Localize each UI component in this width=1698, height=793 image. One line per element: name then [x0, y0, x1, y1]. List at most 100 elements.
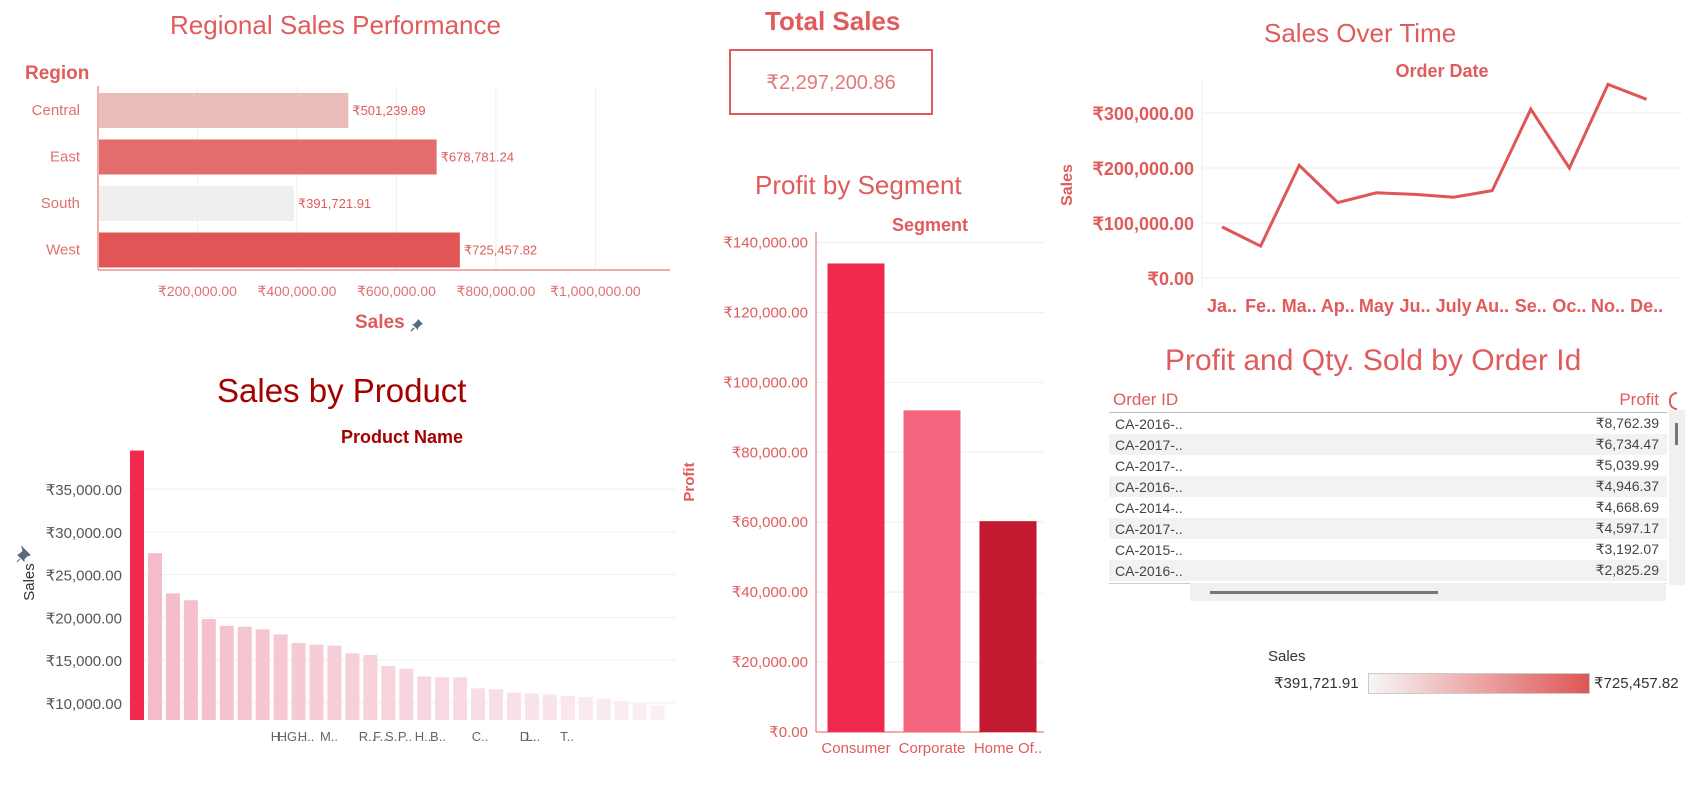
horizontal-scrollbar-thumb[interactable] — [1210, 591, 1438, 594]
product-bar — [291, 643, 306, 720]
product-bar — [273, 634, 288, 720]
product-bar — [650, 705, 665, 720]
y-tick-label: ₹80,000.00 — [732, 444, 808, 461]
product-bar — [453, 677, 468, 720]
product-bar — [542, 694, 557, 720]
region-label: South — [41, 195, 80, 212]
product-name-label: C.. — [472, 729, 489, 744]
overtime-y-axis-title: Sales — [1059, 164, 1076, 206]
product-bar — [363, 654, 378, 720]
product-bar — [201, 619, 216, 720]
profit-cell: ₹3,192.07 — [1595, 541, 1659, 557]
y-tick-label: ₹300,000.00 — [1092, 104, 1194, 124]
sales-axis-label: Sales — [355, 312, 405, 333]
table-row[interactable]: CA-2014-.. ₹4,668.69 — [1109, 497, 1667, 518]
segment-category-label: Consumer — [821, 740, 890, 757]
y-tick-label: ₹0.00 — [1148, 269, 1195, 289]
product-bar — [417, 676, 432, 720]
profit-cell: ₹4,597.17 — [1595, 520, 1659, 536]
segment-bar — [827, 263, 885, 732]
y-tick-label: ₹15,000.00 — [46, 653, 122, 670]
total-sales-kpi: ₹2,297,200.86 — [729, 49, 933, 115]
region-label: East — [50, 149, 81, 166]
month-label: Oc.. — [1552, 296, 1586, 316]
y-tick-label: ₹35,000.00 — [46, 482, 122, 499]
table-row[interactable]: CA-2016-.. ₹8,762.39 — [1109, 413, 1667, 434]
x-tick-label: ₹800,000.00 — [456, 283, 535, 299]
month-label: Ju.. — [1399, 296, 1430, 316]
y-tick-label: ₹30,000.00 — [46, 525, 122, 542]
segment-dim-label: Segment — [892, 215, 968, 235]
total-sales-value: ₹2,297,200.86 — [766, 71, 896, 94]
product-bar — [237, 626, 252, 720]
product-bar — [219, 625, 234, 720]
x-tick-label: ₹200,000.00 — [158, 283, 237, 299]
product-bar — [471, 688, 486, 720]
segment-bar — [979, 521, 1037, 732]
product-y-axis-title: Sales — [21, 563, 38, 601]
regional-bar-chart: ₹200,000.00 ₹400,000.00 ₹600,000.00 ₹800,00… — [32, 86, 670, 299]
y-tick-label: ₹10,000.00 — [46, 696, 122, 713]
region-bar-value-label: ₹391,721.91 — [298, 196, 371, 211]
order-id-cell: CA-2016-.. — [1115, 415, 1183, 432]
y-tick-label: ₹140,000.00 — [723, 234, 808, 251]
sales-line — [1221, 82, 1648, 249]
profit-cell: ₹2,825.29 — [1595, 562, 1659, 578]
pin-icon[interactable] — [410, 316, 424, 332]
sales-over-time-line-chart: Order Date ₹0.00 ₹100,000.00 ₹200,000.00 ₹30… — [1059, 61, 1682, 316]
profit-cell: ₹8,762.39 — [1595, 415, 1659, 431]
order-id-cell: CA-2017-.. — [1115, 520, 1183, 537]
y-tick-label: ₹100,000.00 — [1092, 214, 1194, 234]
vertical-scrollbar[interactable] — [1669, 410, 1685, 585]
product-bar — [435, 677, 450, 720]
month-label: Fe.. — [1245, 296, 1276, 316]
profit-cell: ₹4,946.37 — [1595, 478, 1659, 494]
product-bar — [614, 701, 629, 720]
vertical-scrollbar-thumb[interactable] — [1675, 423, 1678, 445]
order-id-cell: CA-2016-.. — [1115, 562, 1183, 579]
horizontal-scrollbar[interactable] — [1190, 583, 1666, 601]
month-label: Ap.. — [1321, 296, 1355, 316]
month-label: De.. — [1630, 296, 1663, 316]
table-row[interactable]: CA-2017-.. ₹6,734.47 — [1109, 434, 1667, 455]
regional-title: Regional Sales Performance — [170, 10, 501, 40]
table-row[interactable]: CA-2015-.. ₹3,192.07 — [1109, 539, 1667, 560]
order-table: Order ID Profit CA-2016-.. ₹8,762.39 CA-2… — [1109, 390, 1689, 605]
product-bar — [578, 696, 593, 720]
table-row[interactable]: CA-2017-.. ₹5,039.99 — [1109, 455, 1667, 476]
profit-header[interactable]: Profit — [1619, 390, 1667, 412]
product-title: Sales by Product — [217, 372, 467, 409]
y-tick-label: ₹100,000.00 — [723, 374, 808, 391]
product-bar — [327, 645, 342, 720]
table-row[interactable]: CA-2016-.. ₹2,825.29 — [1109, 560, 1667, 581]
month-label: July — [1436, 296, 1472, 316]
product-bar — [165, 593, 180, 720]
product-bar — [524, 693, 539, 720]
x-tick-label: ₹600,000.00 — [357, 283, 436, 299]
y-tick-label: ₹40,000.00 — [732, 584, 808, 601]
month-label: May — [1359, 296, 1394, 316]
table-row[interactable]: CA-2017-.. ₹4,597.17 — [1109, 518, 1667, 539]
order-id-cell: CA-2014-.. — [1115, 499, 1183, 516]
y-tick-label: ₹20,000.00 — [46, 610, 122, 627]
y-tick-label: ₹20,000.00 — [732, 654, 808, 671]
product-bar — [147, 553, 162, 720]
pin-icon[interactable] — [16, 545, 31, 563]
product-name-label: L.. — [526, 729, 540, 744]
overtime-title: Sales Over Time — [1264, 18, 1457, 48]
header-overflow-icon — [1669, 392, 1677, 410]
table-row[interactable]: CA-2016-.. ₹4,946.37 — [1109, 476, 1667, 497]
sales-by-product-bar-chart: Product Name ₹10,000.00 ₹15,000.00 ₹20,000.… — [16, 427, 676, 744]
product-bar — [309, 644, 324, 720]
product-dim-label: Product Name — [341, 427, 463, 447]
product-bar — [345, 653, 360, 720]
product-bar — [381, 666, 396, 720]
table-header: Order ID Profit — [1109, 390, 1667, 413]
product-bar — [632, 703, 647, 720]
order-date-label: Order Date — [1395, 61, 1488, 81]
product-bar — [489, 689, 503, 720]
region-bar — [99, 93, 349, 128]
order-id-header[interactable]: Order ID — [1109, 390, 1178, 412]
product-bar — [596, 698, 611, 720]
legend-title: Sales — [1268, 648, 1306, 665]
